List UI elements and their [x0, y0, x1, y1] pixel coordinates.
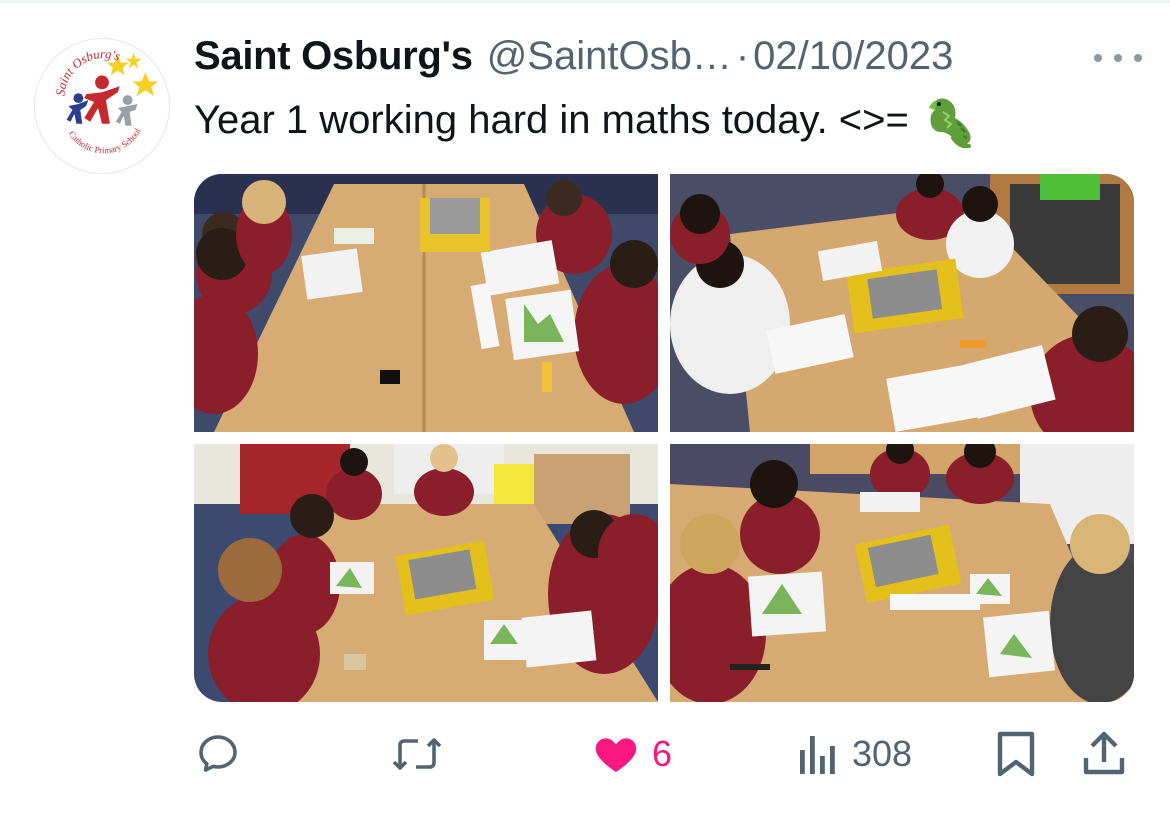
top-divider — [0, 0, 1170, 3]
crocodile-emoji-icon — [923, 92, 979, 148]
user-handle[interactable]: @SaintOsb… — [487, 34, 732, 79]
views-button[interactable]: 308 — [796, 722, 912, 786]
reply-icon — [199, 735, 237, 772]
school-logo: Saint Osburg's Catholic Primary School — [36, 40, 168, 172]
media-grid — [194, 174, 1134, 702]
classroom-photo-2[interactable] — [670, 174, 1134, 432]
share-icon — [1083, 731, 1125, 775]
tweet-actions: 6 308 — [194, 722, 1134, 786]
tweet-date[interactable]: 02/10/2023 — [753, 34, 953, 79]
tweet-text: Year 1 working hard in maths today. <>= — [194, 92, 979, 148]
views-count: 308 — [852, 733, 913, 774]
bookmark-icon — [997, 731, 1035, 777]
retweet-icon — [392, 738, 442, 770]
like-count: 6 — [652, 733, 673, 774]
display-name[interactable]: Saint Osburg's — [194, 34, 473, 79]
tweet-body: Year 1 working hard in maths today. <>= — [194, 97, 909, 142]
more-options-icon[interactable] — [1094, 46, 1142, 70]
views-icon — [800, 736, 835, 774]
tweet-header: Saint Osburg's @SaintOsb… · 02/10/2023 — [194, 34, 1140, 90]
reply-button[interactable] — [194, 722, 254, 786]
share-button[interactable] — [1080, 722, 1128, 786]
heart-icon — [595, 738, 637, 772]
classroom-photo-3[interactable] — [194, 444, 658, 702]
classroom-photo-1[interactable] — [194, 174, 658, 432]
separator: · — [735, 34, 750, 78]
bookmark-button[interactable] — [994, 722, 1038, 786]
classroom-photo-4[interactable] — [670, 444, 1134, 702]
avatar[interactable]: Saint Osburg's Catholic Primary School — [34, 38, 170, 174]
like-button[interactable]: 6 — [592, 722, 672, 786]
retweet-button[interactable] — [390, 722, 456, 786]
